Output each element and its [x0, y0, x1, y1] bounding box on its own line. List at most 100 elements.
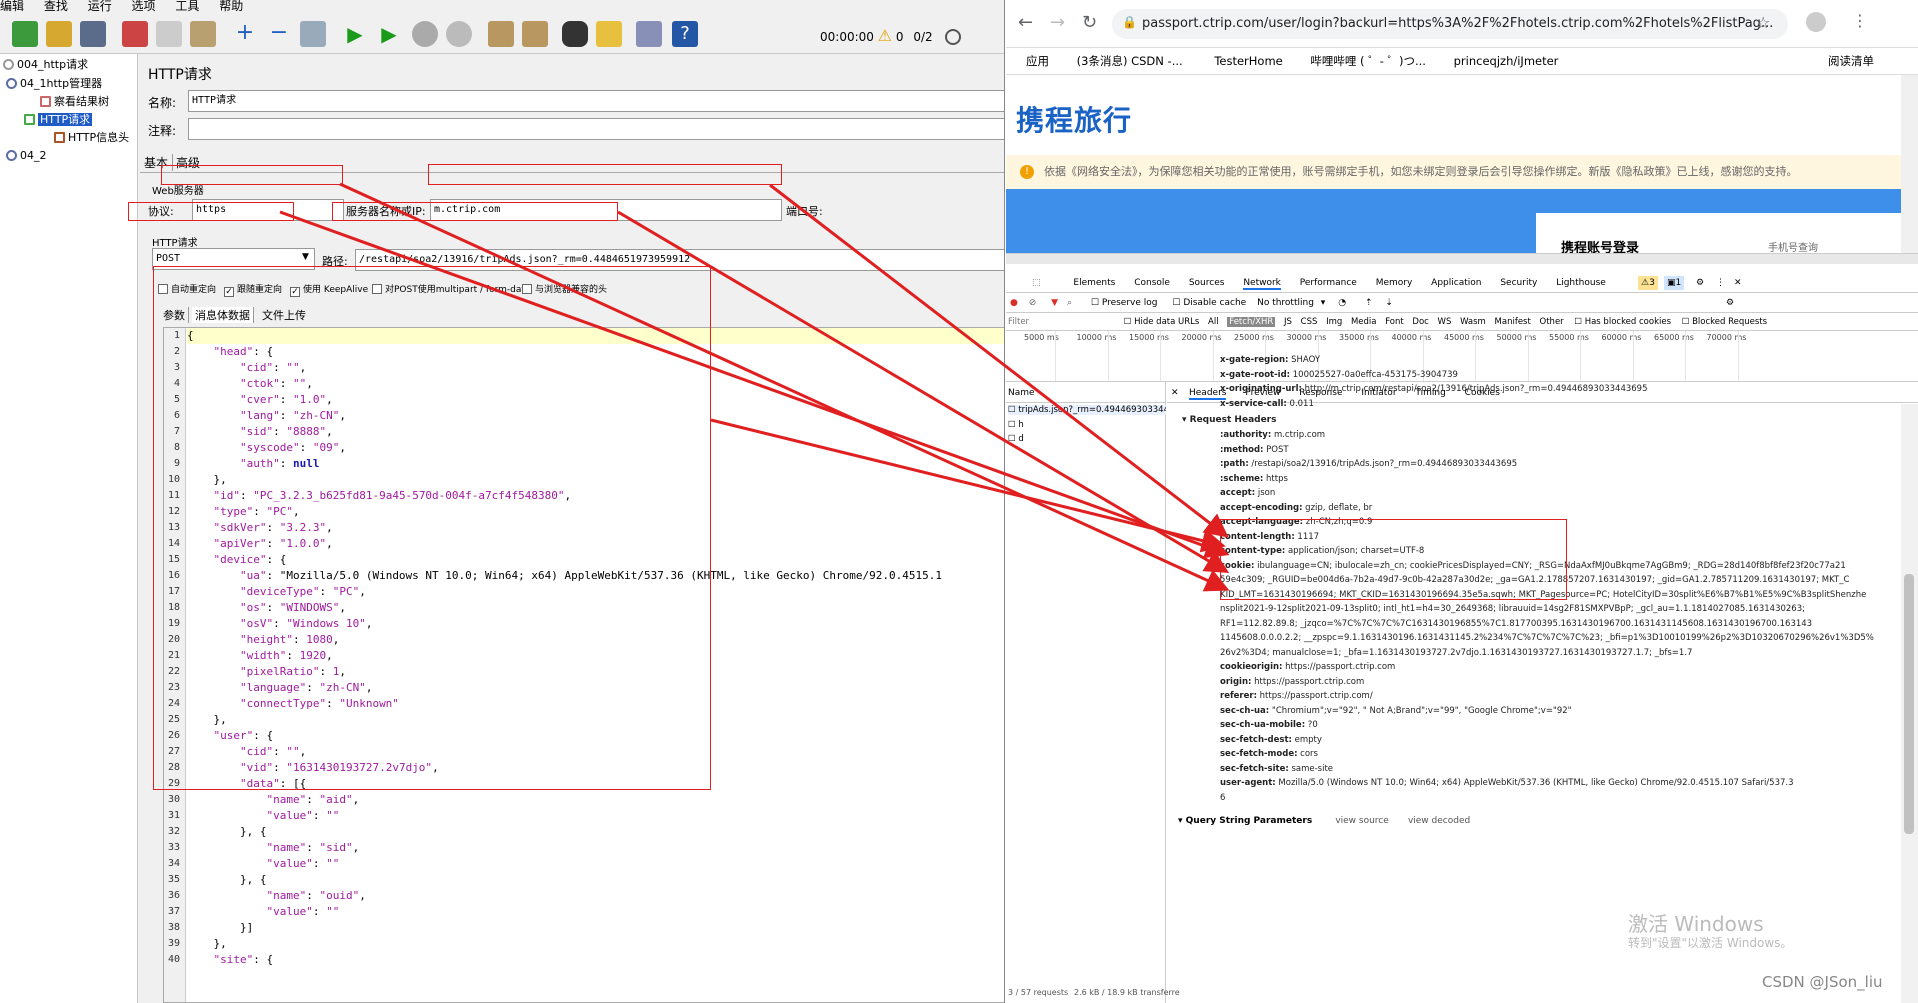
menu-tools[interactable]: 工具	[175, 0, 199, 13]
bookmark-apps[interactable]: 应用	[1026, 54, 1049, 68]
tab-security[interactable]: Security	[1500, 278, 1537, 288]
request-header-row[interactable]: cookie: ibulanguage=CN; ibulocale=zh_cn;…	[1220, 560, 1846, 572]
filter-icon[interactable]: ▼	[1051, 298, 1058, 308]
tab-basic[interactable]: 基本	[144, 154, 174, 171]
tab-parameters[interactable]: 参数	[163, 307, 189, 323]
tab-sources[interactable]: Sources	[1189, 278, 1225, 288]
request-header-row[interactable]: accept-language: zh-CN,zh;q=0.9	[1220, 516, 1372, 528]
pseudo-header-row[interactable]: :method: POST	[1220, 444, 1289, 456]
export-icon[interactable]: ⇣	[1385, 298, 1393, 308]
type-img[interactable]: Img	[1326, 317, 1342, 327]
type-manifest[interactable]: Manifest	[1495, 317, 1531, 327]
page-scrollbar[interactable]	[1901, 75, 1918, 253]
avatar[interactable]	[1806, 12, 1826, 32]
pseudo-header-row[interactable]: :authority: m.ctrip.com	[1220, 429, 1325, 441]
shutdown-icon[interactable]	[446, 21, 472, 47]
request-header-row[interactable]: origin: https://passport.ctrip.com	[1220, 676, 1364, 688]
close-icon[interactable]: ✕	[1734, 276, 1742, 290]
type-ws[interactable]: WS	[1438, 317, 1452, 327]
type-fetch-xhr[interactable]: Fetch/XHR	[1227, 317, 1276, 327]
request-header-row[interactable]: sec-ch-ua-mobile: ?0	[1220, 719, 1318, 731]
throttling-select[interactable]: No throttling	[1257, 298, 1314, 308]
request-header-row[interactable]: cookieorigin: https://passport.ctrip.com	[1220, 661, 1395, 673]
detail-scrollbar[interactable]	[1901, 404, 1918, 1003]
tree-node-thread-group[interactable]: 04_1http管理器	[6, 75, 102, 93]
record-icon[interactable]: ●	[1010, 298, 1018, 308]
request-header-row[interactable]: 1145608.0.0.0.2.2; __zpspc=9.1.163143019…	[1220, 632, 1874, 644]
back-icon[interactable]: ←	[1018, 12, 1033, 33]
network-settings-icon[interactable]: ⚙	[1726, 296, 1734, 310]
bookmark-github[interactable]: princeqjzh/iJmeter	[1454, 54, 1559, 68]
request-headers-title[interactable]: ▾ Request Headers	[1182, 414, 1276, 426]
tab-console[interactable]: Console	[1134, 278, 1170, 288]
close-detail-icon[interactable]: ✕	[1171, 388, 1179, 398]
request-row[interactable]: ☐ tripAds.json?_rm=0.4944693033443695	[1008, 405, 1166, 415]
query-params-section[interactable]: ▾ Query String Parameters view source vi…	[1178, 816, 1470, 826]
start-icon[interactable]: ▶	[342, 21, 368, 47]
tab-network[interactable]: Network	[1243, 278, 1281, 290]
menu-options[interactable]: 选项	[132, 0, 156, 13]
protocol-field[interactable]: https	[192, 199, 344, 221]
templates-icon[interactable]	[12, 21, 38, 47]
star-icon[interactable]: ☆	[1756, 13, 1770, 32]
method-select[interactable]: POST	[152, 248, 315, 270]
overview-timeline[interactable]: 5000 ms 10000 ms 15000 ms 20000 ms 25000 ms 3…	[1006, 331, 1918, 381]
menu-edit[interactable]: 编辑	[0, 0, 24, 13]
clear-icon[interactable]: ⊘	[1029, 298, 1037, 308]
chevron-down-icon[interactable]: ▼	[302, 252, 309, 262]
request-row[interactable]: ☐ d	[1008, 434, 1024, 444]
tab-performance[interactable]: Performance	[1300, 278, 1357, 288]
reload-icon[interactable]: ↻	[1082, 12, 1097, 33]
type-doc[interactable]: Doc	[1412, 317, 1428, 327]
toggle-icon[interactable]	[300, 21, 326, 47]
tab-file-upload[interactable]: 文件上传	[262, 307, 306, 323]
settings-icon[interactable]: ⚙	[1696, 276, 1704, 290]
tree-node-testplan[interactable]: 004_http请求	[3, 56, 88, 74]
phone-login-link[interactable]: 手机号查询	[1768, 239, 1818, 254]
tab-memory[interactable]: Memory	[1376, 278, 1413, 288]
request-header-row[interactable]: sec-fetch-site: same-site	[1220, 763, 1333, 775]
paste-icon[interactable]	[190, 21, 216, 47]
request-header-row[interactable]: sec-ch-ua: "Chromium";v="92", " Not A;Br…	[1220, 705, 1572, 717]
tree-node-thread-group-2[interactable]: 04_2	[6, 147, 47, 165]
tree-node-results-tree[interactable]: 察看结果树	[40, 93, 109, 111]
type-css[interactable]: CSS	[1301, 317, 1318, 327]
forward-icon[interactable]: →	[1050, 12, 1065, 33]
request-header-row[interactable]: user-agent: Mozilla/5.0 (Windows NT 10.0…	[1220, 777, 1794, 789]
expand-icon[interactable]: +	[232, 21, 258, 47]
save-icon[interactable]	[80, 21, 106, 47]
lock-icon[interactable]: 🔒	[1122, 15, 1137, 29]
tree-node-header-manager[interactable]: HTTP信息头	[54, 129, 129, 147]
type-wasm[interactable]: Wasm	[1460, 317, 1486, 327]
tab-advanced[interactable]: 高级	[176, 154, 200, 171]
tree-node-http-request[interactable]: HTTP请求	[24, 111, 93, 129]
pseudo-header-row[interactable]: :scheme: https	[1220, 473, 1288, 485]
tab-lighthouse[interactable]: Lighthouse	[1556, 278, 1606, 288]
inspect-icon[interactable]: ⬚	[1032, 278, 1041, 288]
url-field[interactable]: passport.ctrip.com/user/login?backurl=ht…	[1112, 9, 1788, 39]
request-header-row[interactable]: KID_LMT=1631430196694; MKT_CKID=16314301…	[1220, 589, 1866, 601]
type-other[interactable]: Other	[1540, 317, 1564, 327]
request-header-row[interactable]: accept-encoding: gzip, deflate, br	[1220, 502, 1372, 514]
response-header-row[interactable]: x-originating-url: http://m.ctrip.com/re…	[1220, 383, 1648, 395]
tab-elements[interactable]: Elements	[1073, 278, 1115, 288]
request-row[interactable]: ☐ h	[1008, 420, 1024, 430]
bookmark-testerhome[interactable]: TesterHome	[1214, 54, 1282, 68]
request-header-row[interactable]: content-type: application/json; charset=…	[1220, 545, 1424, 557]
clear-all-icon[interactable]	[522, 21, 548, 47]
view-decoded-link[interactable]: view decoded	[1408, 816, 1470, 826]
hide-data-urls-checkbox[interactable]: ☐ Hide data URLs	[1124, 317, 1200, 327]
blocked-requests-checkbox[interactable]: ☐ Blocked Requests	[1682, 317, 1767, 327]
blocked-cookies-checkbox[interactable]: ☐ Has blocked cookies	[1574, 317, 1671, 327]
response-header-row[interactable]: x-gate-root-id: 100025527-0a0effca-45317…	[1220, 369, 1458, 381]
server-field[interactable]: m.ctrip.com	[430, 199, 782, 221]
help-icon[interactable]: ?	[672, 21, 698, 47]
type-js[interactable]: JS	[1284, 317, 1292, 327]
open-icon[interactable]	[46, 21, 72, 47]
copy-icon[interactable]	[156, 21, 182, 47]
reset-search-icon[interactable]	[596, 21, 622, 47]
collapse-icon[interactable]: −	[266, 21, 292, 47]
follow-redirect-checkbox[interactable]: ✓ 跟随重定向	[224, 282, 282, 297]
name-column-header[interactable]: Name	[1008, 388, 1035, 398]
request-header-row[interactable]: sec-fetch-mode: cors	[1220, 748, 1318, 760]
